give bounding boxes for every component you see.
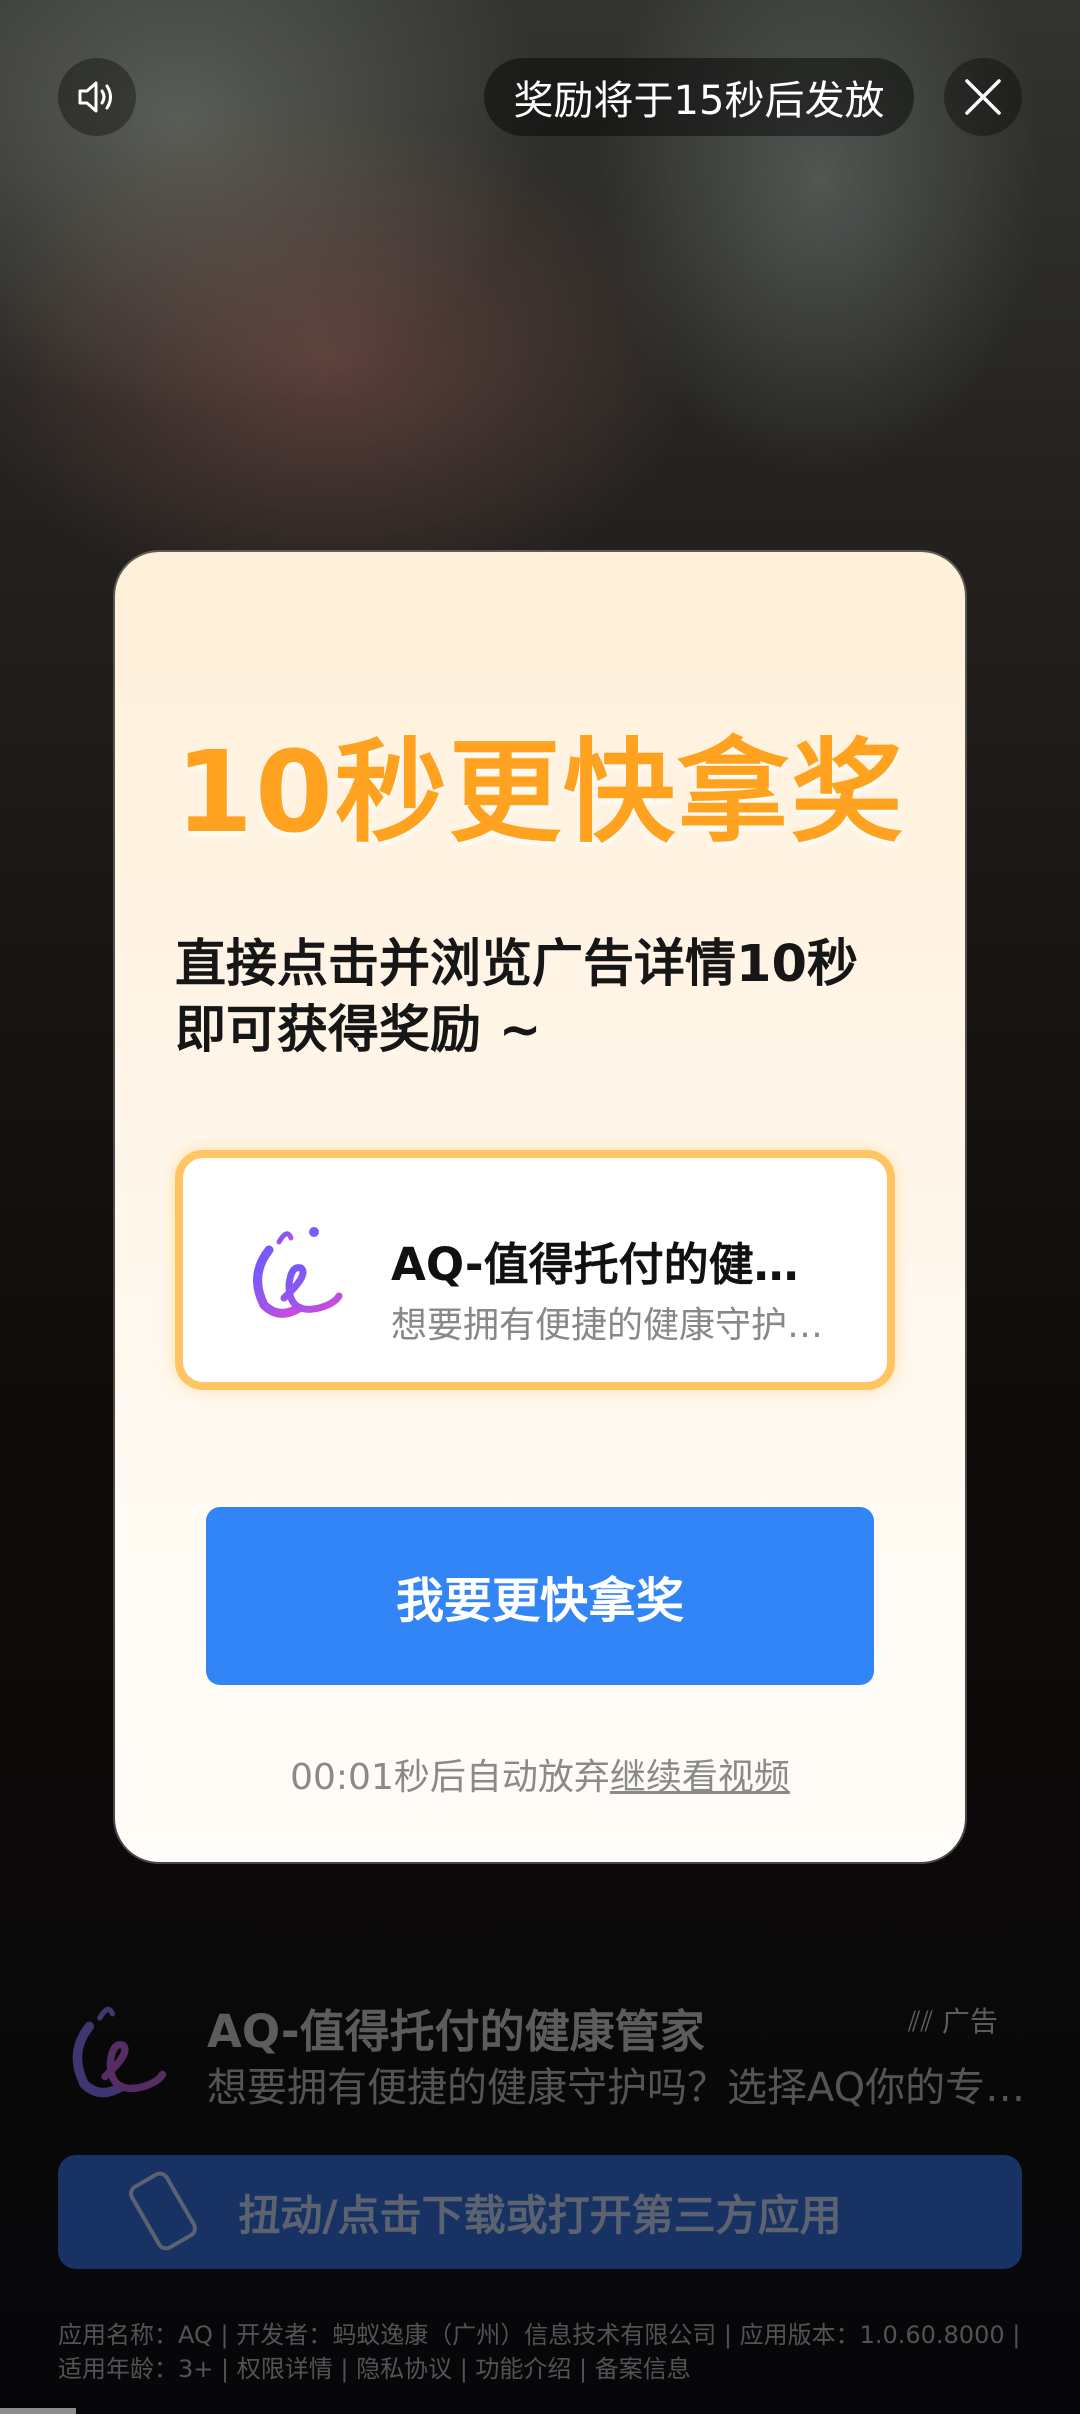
- ad-title: AQ-值得托付的健康管家: [207, 2005, 705, 2058]
- aq-app-logo-icon: [253, 1227, 343, 1318]
- reward-countdown-text: 奖励将于15秒后发放: [513, 78, 885, 124]
- reward-countdown-pill: 奖励将于15秒后发放: [484, 58, 914, 136]
- video-progress-bar: [0, 2408, 76, 2414]
- modal-title: 10秒更快拿奖: [175, 728, 905, 858]
- ad-badge: ⫽⫽ 广告: [908, 2000, 998, 2040]
- faster-reward-button[interactable]: 我要更快拿奖: [206, 1507, 874, 1685]
- ad-subtitle: 想要拥有便捷的健康守护吗？选择AQ你的专属健康管家: [207, 2065, 1027, 2111]
- close-button[interactable]: [944, 58, 1022, 136]
- ad-badge-label: 广告: [941, 2005, 998, 2038]
- app-name: AQ-值得托付的健康管家: [391, 1238, 841, 1291]
- phone-twist-icon: [129, 2171, 197, 2251]
- reward-modal: 10秒更快拿奖 直接点击并浏览广告详情10秒即可获得奖励 ~ AQ-值得托付的健…: [115, 552, 965, 1862]
- ad-app-meta: 应用名称：AQ | 开发者：蚂蚁逸康（广州）信息技术有限公司 | 应用版本：1.…: [58, 2321, 1021, 2383]
- bottom-ad-banner: AQ-值得托付的健康管家 ⫽⫽ 广告 想要拥有便捷的健康守护吗？选择AQ你的专属…: [0, 1960, 1080, 2414]
- continue-watching-link[interactable]: 继续看视频: [610, 1757, 790, 1798]
- close-icon: [965, 79, 1001, 115]
- modal-description: 直接点击并浏览广告详情10秒即可获得奖励 ~: [175, 935, 858, 1060]
- app-subtitle: 想要拥有便捷的健康守护吗？: [391, 1305, 841, 1346]
- aq-app-logo-icon: [72, 2006, 167, 2098]
- app-card[interactable]: AQ-值得托付的健康管家 想要拥有便捷的健康守护吗？: [175, 1150, 895, 1390]
- speaker-icon: [78, 81, 112, 113]
- countdown-text: 00:01秒后自动放弃: [290, 1757, 610, 1798]
- auto-abandon-countdown: 00:01秒后自动放弃继续看视频: [115, 1748, 965, 1800]
- sound-toggle-button[interactable]: [58, 58, 136, 136]
- ad-brand-icon: ⫽⫽: [908, 2005, 942, 2038]
